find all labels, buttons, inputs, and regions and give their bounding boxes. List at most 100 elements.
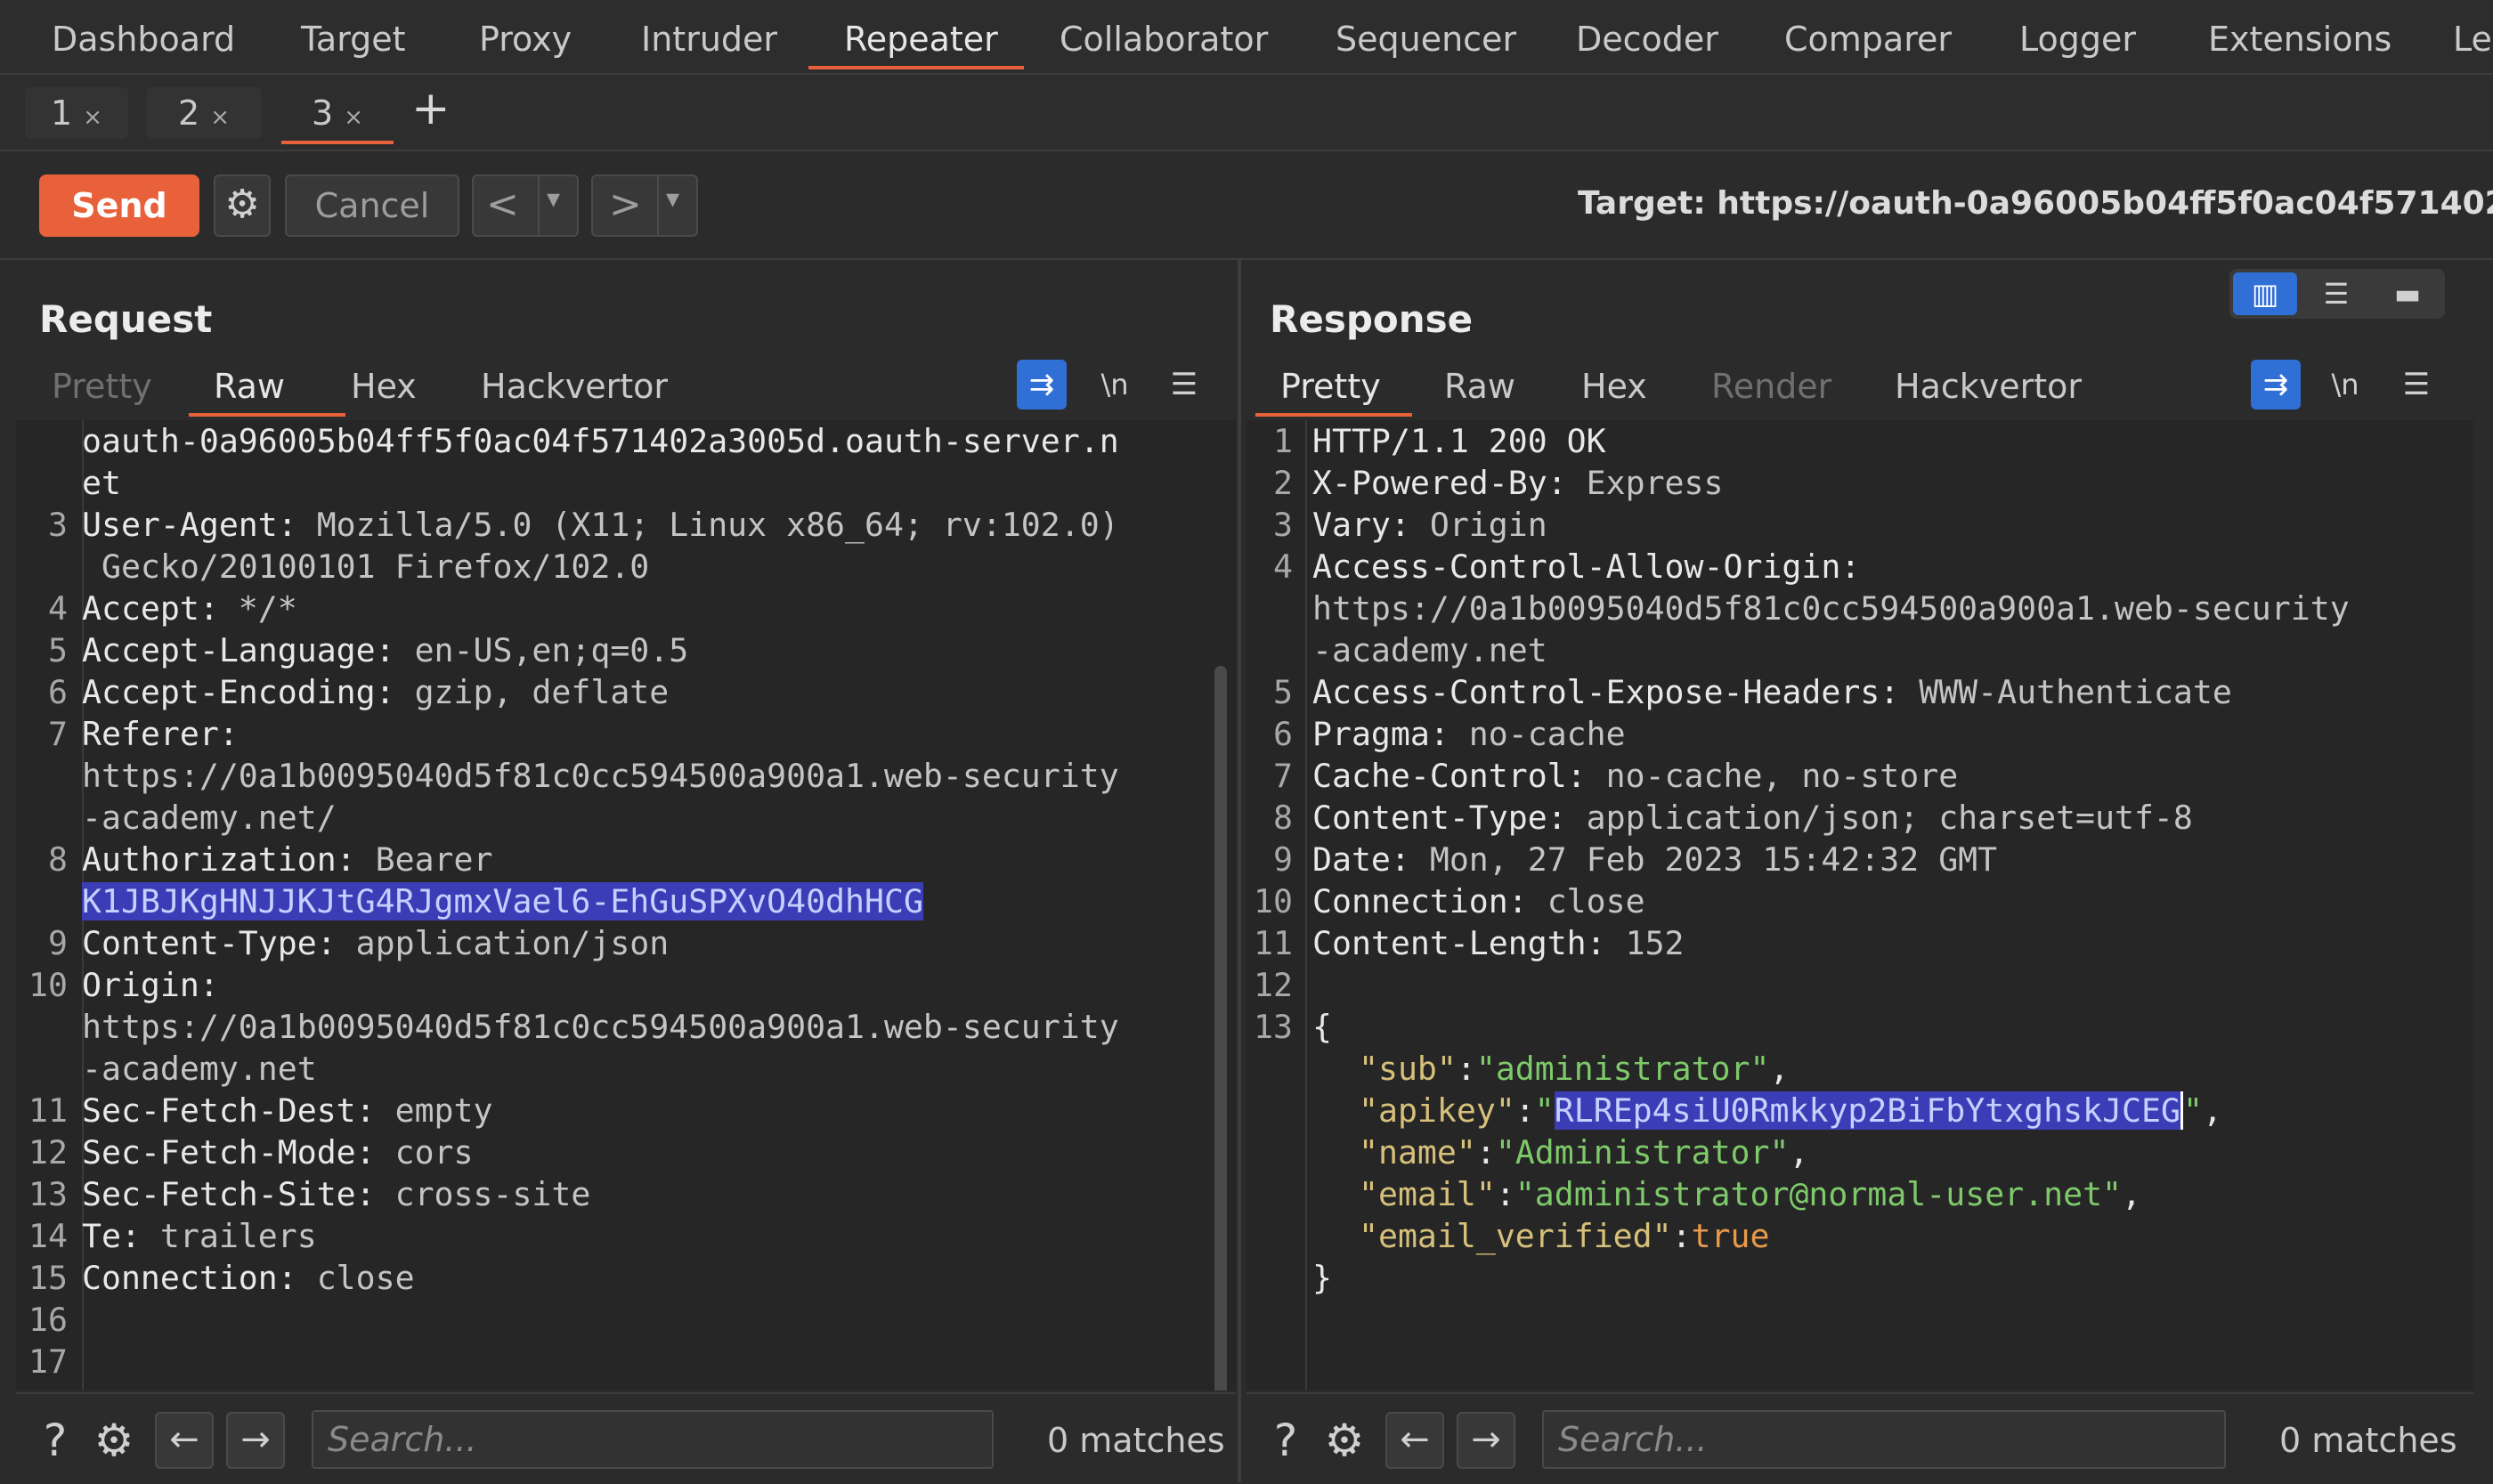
match-count: 0 matches xyxy=(2279,1421,2457,1460)
header-name: Te: xyxy=(82,1217,141,1255)
header-name: Pragma: xyxy=(1312,715,1450,753)
search-next-button[interactable]: → xyxy=(1457,1412,1515,1469)
header-name: Accept-Language: xyxy=(82,631,395,669)
add-tab-button[interactable]: + xyxy=(411,82,451,135)
repeater-tab-2[interactable]: 2 × xyxy=(146,87,262,139)
json-value: " xyxy=(2182,1091,2203,1130)
help-icon[interactable]: ? xyxy=(27,1412,84,1469)
history-forward-button[interactable]: > ▾ xyxy=(591,174,698,237)
selected-token[interactable]: K1JBJKgHNJJKJtG4RJgmxVael6-EhGuSPXvO40dh… xyxy=(82,882,923,920)
panel-divider[interactable] xyxy=(1238,260,1241,1482)
menu-icon[interactable]: ☰ xyxy=(1159,360,1209,410)
nav-tab-comparer[interactable]: Comparer xyxy=(1784,0,1952,73)
search-input[interactable] xyxy=(1542,1410,2226,1469)
chevron-down-icon[interactable]: ▾ xyxy=(547,183,560,215)
nav-tab-logger[interactable]: Logger xyxy=(2019,0,2136,73)
header-value: https://0a1b0095040d5f81c0cc594500a900a1… xyxy=(82,757,1119,795)
json-key: "name" xyxy=(1359,1133,1476,1172)
header-name: Referer: xyxy=(82,715,239,753)
split-vertical-icon[interactable]: ▥ xyxy=(2233,272,2297,315)
layout-toggle: ▥ ☰ ▬ xyxy=(2229,269,2445,319)
request-search-bar: ? ⚙ ← → 0 matches xyxy=(16,1392,1236,1484)
settings-icon[interactable]: ⚙ xyxy=(1316,1412,1373,1469)
nav-tab-intruder[interactable]: Intruder xyxy=(641,0,777,73)
word-wrap-icon[interactable]: ⇉ xyxy=(1017,360,1067,410)
line-number: 6 xyxy=(1273,715,1293,753)
header-value: application/json; charset=utf-8 xyxy=(1566,799,2193,837)
header-value: application/json xyxy=(336,924,670,962)
request-tab-hex[interactable]: Hex xyxy=(351,367,417,406)
header-name: Sec-Fetch-Dest: xyxy=(82,1091,376,1130)
response-tab-render[interactable]: Render xyxy=(1711,367,1831,406)
header-name: oauth-0a96005b04ff5f0ac04f571402a3005d.o… xyxy=(82,422,1119,460)
nav-tab-extensions[interactable]: Extensions xyxy=(2208,0,2391,73)
history-back-button[interactable]: < ▾ xyxy=(472,174,579,237)
target-url[interactable]: Target: https://oauth-0a96005b04ff5f0ac0… xyxy=(1578,185,2493,222)
active-repeater-tab-indicator xyxy=(281,141,394,144)
header-name: Origin: xyxy=(82,966,219,1004)
repeater-tab-3[interactable]: 3 × xyxy=(281,87,394,139)
response-tab-hex[interactable]: Hex xyxy=(1581,367,1647,406)
header-name: HTTP/1.1 200 OK xyxy=(1312,422,1606,460)
active-subtab-indicator xyxy=(189,413,345,417)
single-pane-icon[interactable]: ▬ xyxy=(2375,272,2440,315)
line-number: 6 xyxy=(48,673,68,711)
send-button[interactable]: Send xyxy=(39,174,199,237)
help-icon[interactable]: ? xyxy=(1257,1412,1314,1469)
header-value: https://0a1b0095040d5f81c0cc594500a900a1… xyxy=(82,1008,1119,1046)
line-number: 10 xyxy=(28,966,68,1004)
repeater-tab-1[interactable]: 1 × xyxy=(25,87,128,139)
json-key: "email" xyxy=(1359,1175,1496,1213)
line-number: 10 xyxy=(1254,882,1293,920)
line-number: 9 xyxy=(48,924,68,962)
nav-tab-decoder[interactable]: Decoder xyxy=(1576,0,1718,73)
scrollbar[interactable] xyxy=(1214,666,1227,1391)
chevron-down-icon[interactable]: ▾ xyxy=(666,183,679,215)
close-icon[interactable]: × xyxy=(210,104,230,131)
request-tab-raw[interactable]: Raw xyxy=(214,367,285,406)
line-number: 8 xyxy=(1273,799,1293,837)
cancel-button[interactable]: Cancel xyxy=(285,174,459,237)
header-name: Connection: xyxy=(82,1259,297,1297)
header-value: no-cache, no-store xyxy=(1586,757,1959,795)
nav-tab-proxy[interactable]: Proxy xyxy=(479,0,572,73)
json-comma: , xyxy=(2202,1091,2222,1130)
close-icon[interactable]: × xyxy=(344,104,363,131)
header-value: cross-site xyxy=(375,1175,591,1213)
header-value: -academy.net/ xyxy=(82,799,337,837)
response-tab-raw[interactable]: Raw xyxy=(1444,367,1515,406)
nav-tab-collaborator[interactable]: Collaborator xyxy=(1060,0,1268,73)
request-editor[interactable]: oauth-0a96005b04ff5f0ac04f571402a3005d.o… xyxy=(16,420,1236,1391)
request-title: Request xyxy=(39,297,213,341)
request-tab-hackvertor[interactable]: Hackvertor xyxy=(481,367,668,406)
nav-tab-dashboard[interactable]: Dashboard xyxy=(52,0,235,73)
line-number: 13 xyxy=(1254,1008,1293,1046)
header-name: Cache-Control: xyxy=(1312,757,1587,795)
menu-icon[interactable]: ☰ xyxy=(2391,360,2441,410)
request-tab-pretty[interactable]: Pretty xyxy=(52,367,152,406)
settings-icon[interactable]: ⚙ xyxy=(85,1412,142,1469)
settings-icon[interactable]: ⚙ xyxy=(214,174,271,237)
response-tab-hackvertor[interactable]: Hackvertor xyxy=(1895,367,2082,406)
word-wrap-icon[interactable]: ⇉ xyxy=(2251,360,2301,410)
close-icon[interactable]: × xyxy=(83,104,102,131)
search-next-button[interactable]: → xyxy=(226,1412,285,1469)
nav-tab-sequencer[interactable]: Sequencer xyxy=(1336,0,1516,73)
header-name: { xyxy=(1312,1008,1332,1046)
header-value: cors xyxy=(375,1133,474,1172)
nav-tab-target[interactable]: Target xyxy=(301,0,406,73)
split-horizontal-icon[interactable]: ☰ xyxy=(2304,272,2368,315)
search-prev-button[interactable]: ← xyxy=(1385,1412,1444,1469)
search-prev-button[interactable]: ← xyxy=(155,1412,214,1469)
newline-toggle[interactable]: \n xyxy=(2320,360,2370,410)
header-name: Access-Control-Allow-Origin: xyxy=(1312,547,1861,586)
header-name: Authorization: xyxy=(82,840,356,879)
newline-toggle[interactable]: \n xyxy=(1090,360,1140,410)
selected-token[interactable]: RLREp4siU0Rmkkyp2BiFbYtxghskJCEG xyxy=(1554,1091,2183,1130)
json-value: "Administrator" xyxy=(1495,1133,1790,1172)
nav-tab-le[interactable]: Le xyxy=(2453,0,2492,73)
response-editor[interactable]: 1 HTTP/1.1 200 OK 2 X-Powered-By: Express 3 V… xyxy=(1246,420,2473,1391)
response-tab-pretty[interactable]: Pretty xyxy=(1280,367,1381,406)
nav-tab-repeater[interactable]: Repeater xyxy=(844,0,998,73)
search-input[interactable] xyxy=(312,1410,994,1469)
